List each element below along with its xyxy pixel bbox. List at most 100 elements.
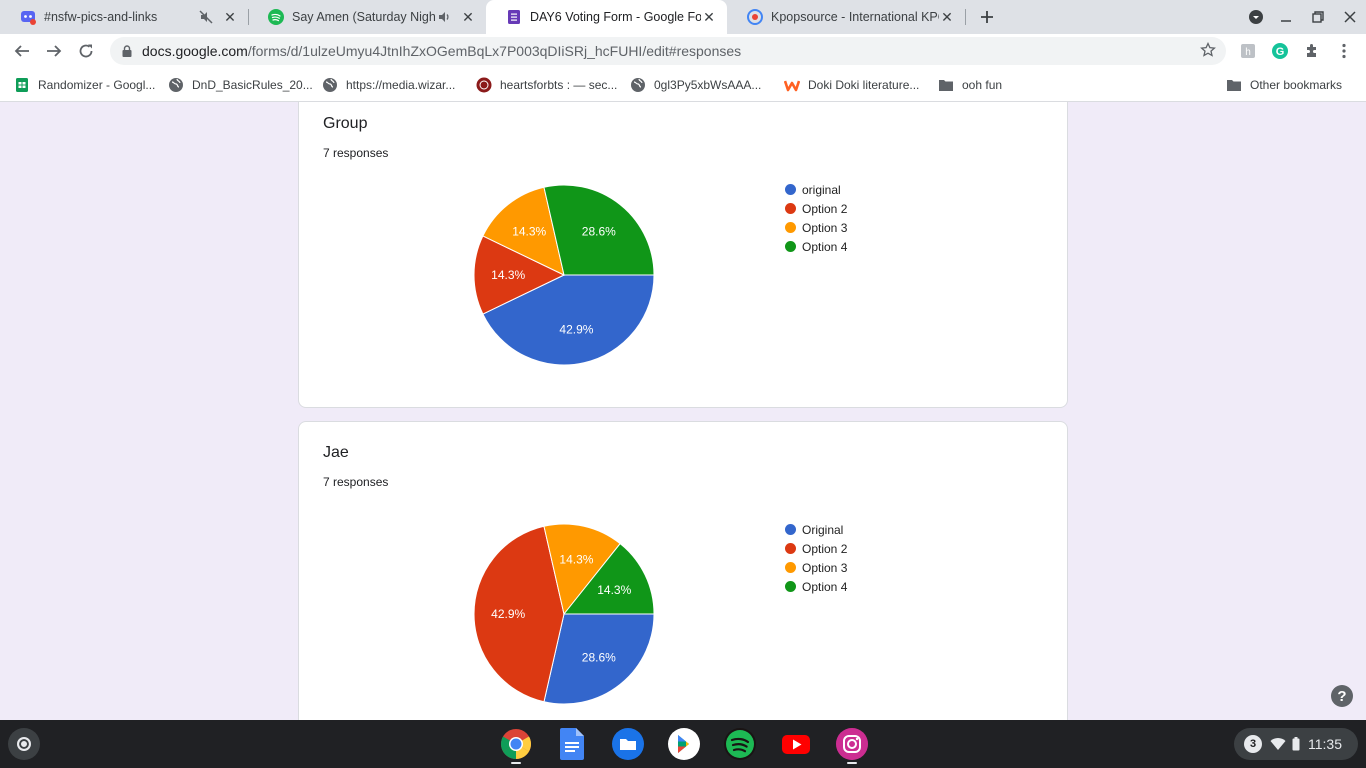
legend-label: Original (802, 522, 844, 537)
site-icon (476, 77, 492, 93)
chrome-icon[interactable] (500, 728, 532, 760)
lock-icon[interactable] (122, 45, 132, 57)
play-store-icon[interactable] (668, 728, 700, 760)
legend-label: Option 4 (802, 239, 848, 254)
spotify-icon (268, 9, 284, 25)
instagram-icon[interactable] (836, 728, 868, 760)
svg-text:G: G (1276, 46, 1285, 58)
tab-kpopsource[interactable]: Kpopsource - International KPOP ✕ (727, 0, 965, 34)
question-title: Jae (323, 444, 349, 461)
legend-swatch (785, 203, 796, 214)
close-tab-icon[interactable]: ✕ (222, 9, 238, 25)
legend-item: Original (785, 520, 847, 539)
tab-separator (965, 9, 966, 25)
other-bookmarks-folder[interactable]: Other bookmarks (1226, 76, 1342, 94)
bookmark-label: DnD_BasicRules_20... (192, 78, 313, 92)
bookmark-item[interactable]: Doki Doki literature... (784, 76, 919, 94)
app-running-indicator (511, 762, 521, 764)
url-text: docs.google.com/forms/d/1ulzeUmyu4JtnIhZ… (142, 43, 741, 59)
folder-icon (1226, 77, 1242, 93)
browser-toolbar: docs.google.com/forms/d/1ulzeUmyu4JtnIhZ… (0, 34, 1366, 68)
legend-label: original (802, 182, 841, 197)
launcher-button[interactable] (8, 728, 40, 760)
audio-playing-icon[interactable] (436, 10, 452, 24)
kpopsource-icon (747, 9, 763, 25)
close-tab-icon[interactable]: ✕ (939, 9, 955, 25)
tab-spotify[interactable]: Say Amen (Saturday Night) ✕ (248, 0, 486, 34)
url-path: /forms/d/1ulzeUmyu4JtnIhZxOGemBqLx7P003q… (247, 43, 742, 59)
slice-percent-label: 42.9% (491, 607, 525, 621)
status-tray[interactable]: 3 11:35 (1234, 728, 1358, 760)
extension-h-icon[interactable]: h (1239, 42, 1257, 60)
legend-label: Option 4 (802, 579, 848, 594)
globe-icon (322, 77, 338, 93)
bookmark-item[interactable]: heartsforbts : — sec... (476, 76, 617, 94)
legend-swatch (785, 543, 796, 554)
bookmark-label: https://media.wizar... (346, 78, 456, 92)
bookmark-item[interactable]: 0gl3Py5xbWsAAA... (630, 76, 761, 94)
system-shelf: 3 11:35 (0, 720, 1366, 768)
battery-icon (1292, 737, 1300, 751)
muted-icon[interactable] (198, 10, 214, 24)
url-host: docs.google.com (142, 43, 248, 59)
reload-icon[interactable] (74, 39, 98, 63)
tab-title: DAY6 Voting Form - Google Forms (530, 10, 701, 24)
wattpad-icon (784, 77, 800, 93)
legend-swatch (785, 184, 796, 195)
pie-chart: 28.6% 42.9% 14.3% 14.3% (473, 523, 655, 705)
youtube-icon[interactable] (780, 728, 812, 760)
bookmark-folder[interactable]: ooh fun (938, 76, 1002, 94)
chart-legend: Original Option 2 Option 3 Option 4 (785, 520, 847, 596)
tab-day6-voting-form[interactable]: DAY6 Voting Form - Google Forms ✕ (486, 0, 727, 34)
legend-item: Option 2 (785, 199, 847, 218)
slice-percent-label: 28.6% (582, 224, 616, 238)
bookmark-item[interactable]: Randomizer - Googl... (14, 76, 155, 94)
bookmark-item[interactable]: https://media.wizar... (322, 76, 455, 94)
forward-icon[interactable] (42, 39, 66, 63)
tab-discord[interactable]: #nsfw-pics-and-links ✕ (0, 0, 248, 34)
address-bar[interactable]: docs.google.com/forms/d/1ulzeUmyu4JtnIhZ… (110, 37, 1226, 65)
response-count: 7 responses (323, 475, 389, 489)
restore-icon[interactable] (1307, 6, 1329, 28)
legend-item: Option 4 (785, 577, 847, 596)
question-title: Group (323, 115, 368, 132)
tab-title: Say Amen (Saturday Night) (292, 10, 436, 24)
bookmark-item[interactable]: DnD_BasicRules_20... (168, 76, 313, 94)
wifi-icon (1270, 737, 1286, 751)
discord-icon (20, 9, 36, 25)
bookmark-label: 0gl3Py5xbWsAAA... (654, 78, 762, 92)
legend-item: original (785, 180, 847, 199)
back-icon[interactable] (10, 39, 34, 63)
responses-content[interactable]: Group 7 responses 42.9% 14.3% 14.3% 28.6% o… (0, 102, 1366, 720)
menu-kebab-icon[interactable] (1335, 42, 1353, 60)
legend-swatch (785, 581, 796, 592)
grammarly-icon[interactable]: G (1271, 42, 1289, 60)
help-button[interactable]: ? (1331, 685, 1353, 707)
new-tab-icon[interactable] (976, 6, 998, 28)
extensions-puzzle-icon[interactable] (1303, 42, 1321, 60)
bookmark-star-icon[interactable] (1200, 41, 1216, 63)
close-tab-icon[interactable]: ✕ (701, 9, 717, 25)
files-icon[interactable] (612, 728, 644, 760)
folder-icon (938, 77, 954, 93)
close-tab-icon[interactable]: ✕ (460, 9, 476, 25)
question-card-group: Group 7 responses 42.9% 14.3% 14.3% 28.6% o… (298, 102, 1068, 408)
slice-percent-label: 14.3% (559, 553, 593, 567)
docs-icon[interactable] (556, 728, 588, 760)
bookmark-label: Other bookmarks (1250, 78, 1343, 92)
tab-search-icon[interactable] (1245, 6, 1267, 28)
response-count: 7 responses (323, 146, 389, 160)
bookmark-label: heartsforbts : — sec... (500, 78, 618, 92)
google-forms-icon (506, 9, 522, 25)
spotify-icon[interactable] (724, 728, 756, 760)
bookmark-label: Randomizer - Googl... (38, 78, 156, 92)
tab-title: Kpopsource - International KPOP (771, 10, 939, 24)
legend-item: Option 2 (785, 539, 847, 558)
tab-title: #nsfw-pics-and-links (44, 10, 158, 24)
minimize-icon[interactable] (1275, 6, 1297, 28)
legend-item: Option 3 (785, 218, 847, 237)
clock: 11:35 (1308, 736, 1342, 752)
sheets-icon (14, 77, 30, 93)
close-window-icon[interactable] (1339, 6, 1361, 28)
notification-count-badge[interactable]: 3 (1244, 735, 1262, 753)
